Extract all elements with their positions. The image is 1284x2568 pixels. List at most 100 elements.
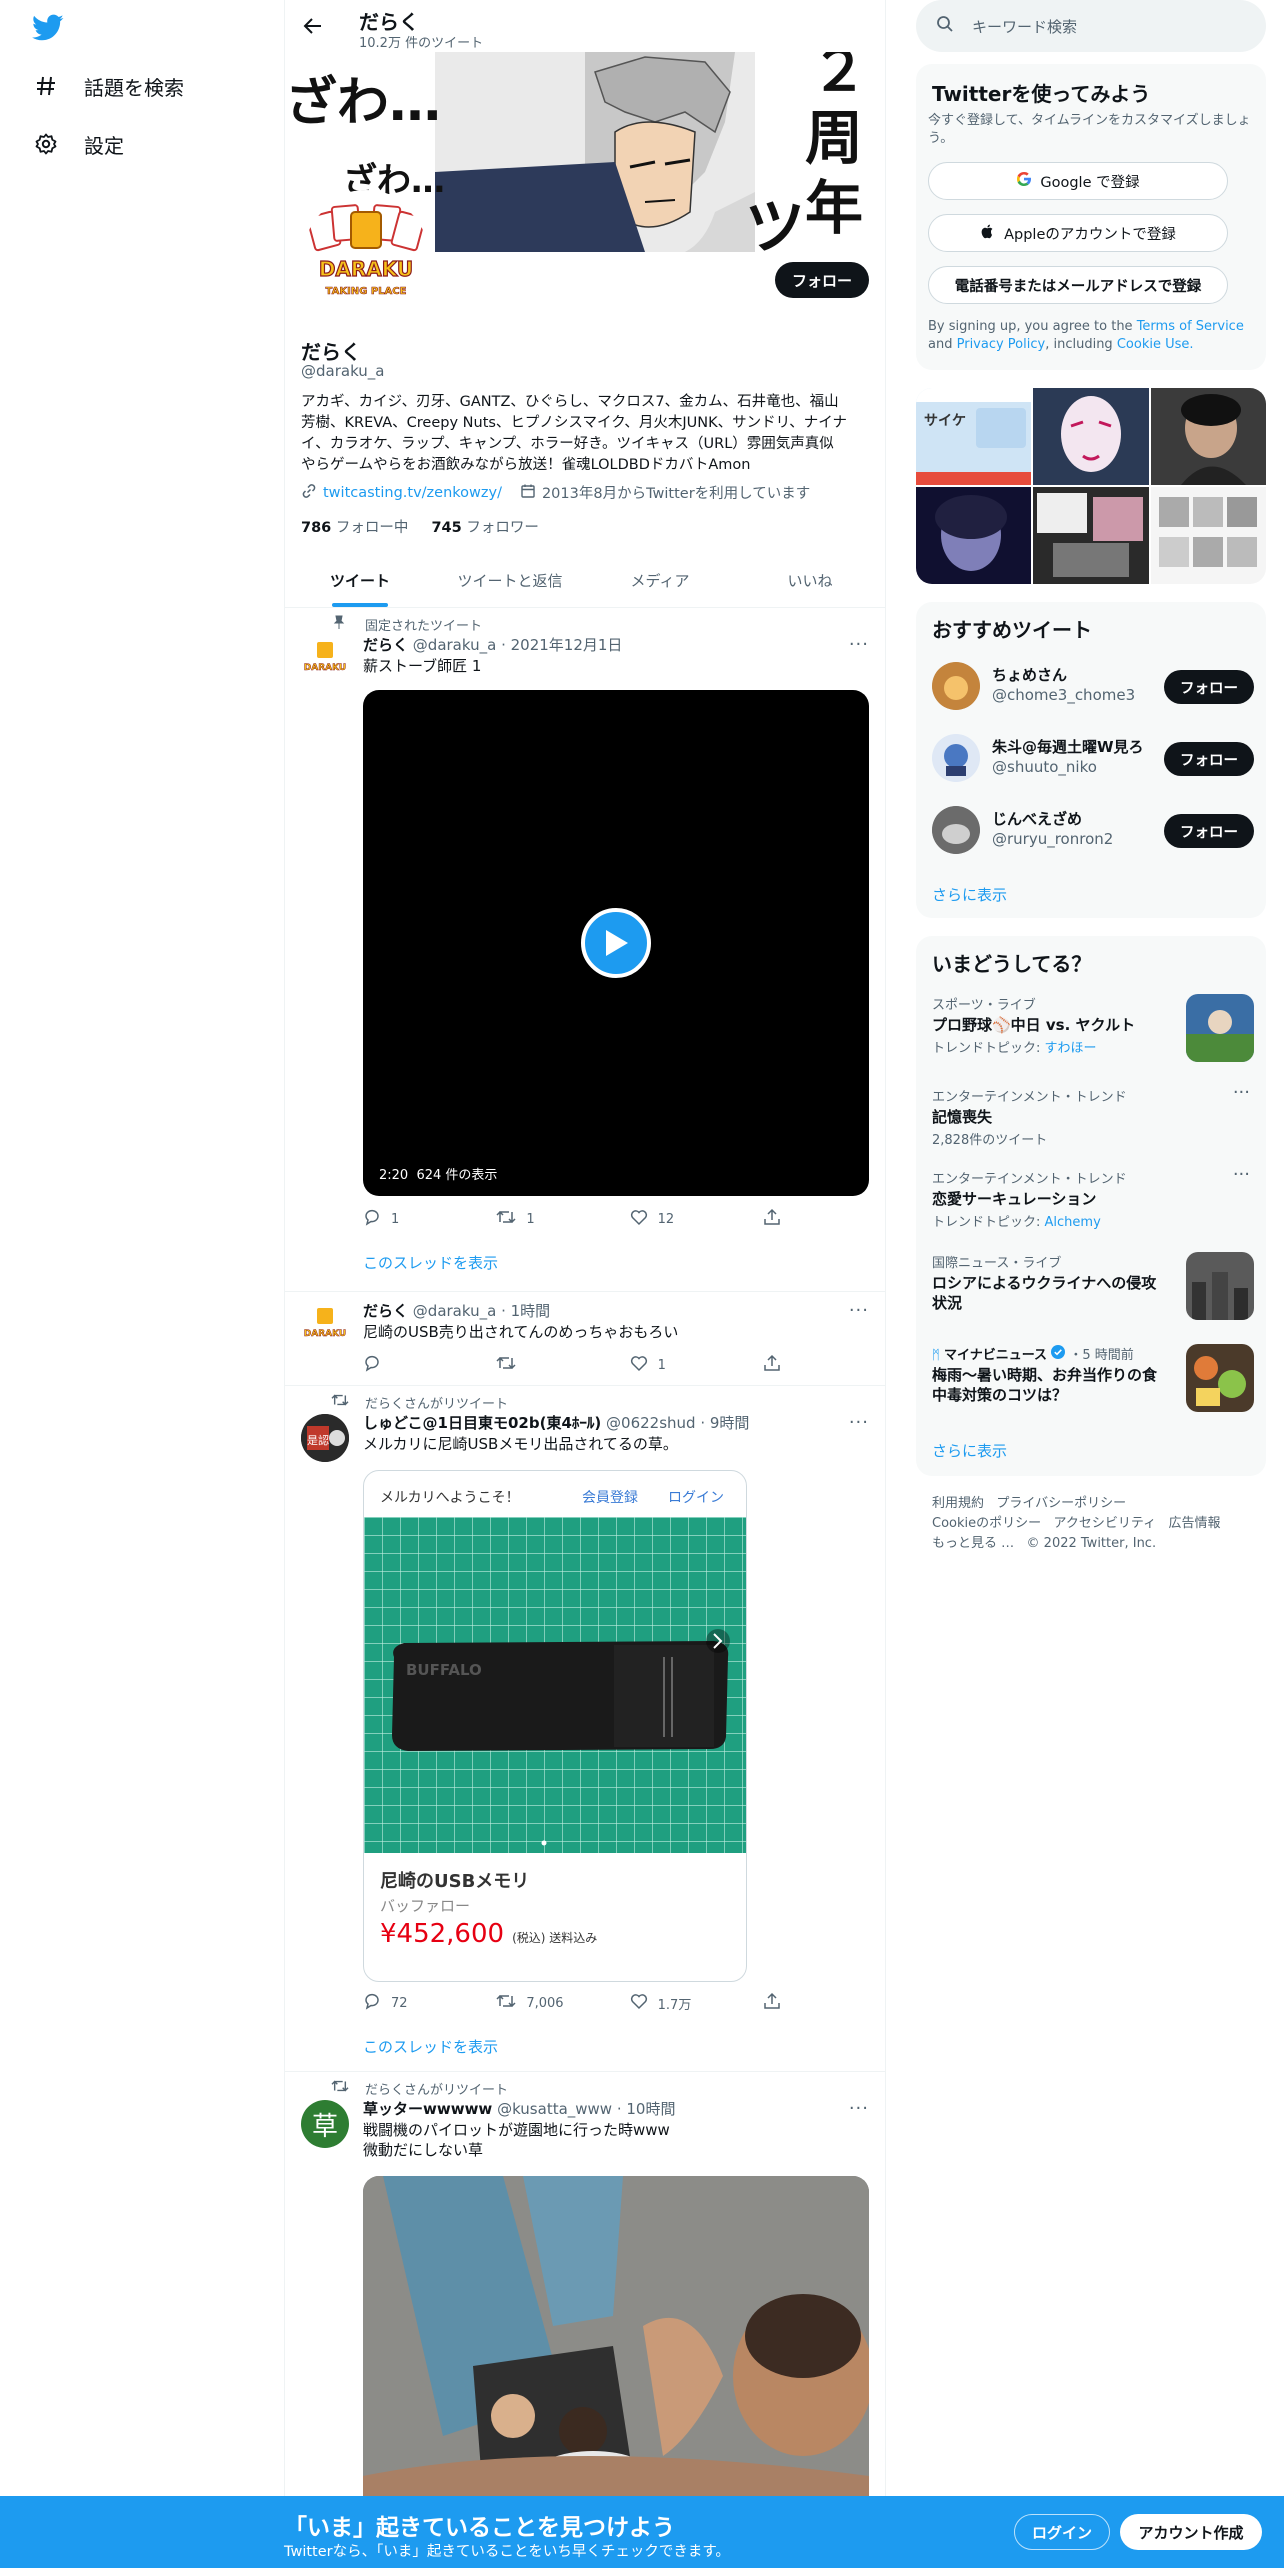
like-button[interactable]: 1: [630, 1354, 730, 1376]
tweet-video[interactable]: 2:20 624 件の表示: [363, 690, 869, 1196]
profile-link[interactable]: twitcasting.tv/zenkowzy/: [323, 485, 502, 501]
trend-image[interactable]: [1186, 1252, 1254, 1320]
media-thumb[interactable]: [916, 487, 1031, 584]
nav-settings[interactable]: 設定: [32, 124, 124, 164]
tweet-author-handle[interactable]: @daraku_a: [413, 1302, 497, 1320]
tweet-author-name[interactable]: だらく: [363, 636, 408, 654]
trend-image[interactable]: [1186, 994, 1254, 1062]
tweet-retweet[interactable]: だらくさんがリツイート 草 草ッターwwwww @kusatta_www · 1…: [285, 2072, 885, 2568]
media-thumb[interactable]: サイケ: [916, 388, 1031, 485]
media-thumb[interactable]: [1151, 388, 1266, 485]
profile-avatar[interactable]: DARAKU TAKING PLACE: [299, 190, 433, 324]
reply-button[interactable]: 72: [363, 1992, 463, 2014]
tab-tweets[interactable]: ツイート: [285, 554, 435, 607]
tweet-author-name[interactable]: 草ッターwwwww: [363, 2100, 492, 2118]
retweet-button[interactable]: 7,006: [496, 1992, 596, 2014]
login-button[interactable]: ログイン: [1014, 2514, 1110, 2550]
follow-button[interactable]: フォロー: [1164, 742, 1254, 776]
footer-link[interactable]: Cookieのポリシー: [932, 1516, 1041, 1531]
nav-explore[interactable]: 話題を検索: [32, 66, 184, 106]
more-options-icon[interactable]: ···: [849, 1300, 869, 1321]
privacy-link[interactable]: Privacy Policy: [957, 337, 1046, 352]
avatar[interactable]: [932, 734, 980, 782]
retweet-button[interactable]: [496, 1354, 596, 1376]
following-link[interactable]: 786 フォロー中: [301, 520, 408, 536]
trend-item[interactable]: エンターテインメント・トレンド 記憶喪失 2,828件のツイート ···: [932, 1082, 1254, 1150]
trend-item[interactable]: エンターテインメント・トレンド 恋愛サーキュレーション トレンドトピック: Al…: [932, 1164, 1254, 1232]
more-options-icon[interactable]: ···: [849, 634, 869, 655]
show-thread-link[interactable]: このスレッドを表示: [363, 1252, 498, 1273]
share-button[interactable]: [763, 1992, 793, 2014]
recommended-show-more[interactable]: さらに表示: [932, 884, 1007, 905]
media-thumb[interactable]: [1033, 388, 1149, 485]
reply-button[interactable]: [363, 1354, 463, 1376]
followers-link[interactable]: 745 フォロワー: [431, 520, 538, 536]
mercari-signup-link[interactable]: 会員登録: [582, 1487, 638, 1507]
footer-link[interactable]: プライバシーポリシー: [996, 1496, 1126, 1511]
share-button[interactable]: [763, 1208, 793, 1230]
follow-button[interactable]: フォロー: [1164, 670, 1254, 704]
mercari-login-link[interactable]: ログイン: [668, 1487, 724, 1507]
more-options-icon[interactable]: ···: [1233, 1082, 1250, 1103]
footer-link[interactable]: アクセシビリティ: [1054, 1516, 1157, 1531]
footer-more-link[interactable]: もっと見る …: [932, 1536, 1014, 1551]
tweet-pinned[interactable]: 固定されたツイート DARAKU だらく @daraku_a · 2021年12…: [285, 608, 885, 1292]
media-thumb[interactable]: [1033, 487, 1149, 584]
more-options-icon[interactable]: ···: [849, 1412, 869, 1433]
avatar[interactable]: [932, 806, 980, 854]
tweet-author-handle[interactable]: @kusatta_www: [497, 2100, 612, 2118]
retweet-button[interactable]: 1: [496, 1208, 596, 1230]
more-options-icon[interactable]: ···: [1233, 1164, 1250, 1185]
trends-show-more[interactable]: さらに表示: [932, 1440, 1007, 1461]
tweet[interactable]: DARAKU だらく @daraku_a · 1時間 ··· 尼崎のUSB売り出…: [285, 1292, 885, 1386]
usb-photo[interactable]: BUFFALO: [364, 1517, 746, 1853]
tweet-author-handle[interactable]: @0622shud: [606, 1414, 696, 1432]
like-button[interactable]: 12: [630, 1208, 730, 1230]
tab-likes[interactable]: いいね: [735, 554, 885, 607]
google-signup-button[interactable]: Google で登録: [928, 162, 1228, 200]
back-arrow-icon[interactable]: [301, 14, 325, 38]
tweet-time[interactable]: 9時間: [710, 1414, 750, 1432]
mercari-card[interactable]: メルカリへようこそ！ 会員登録 ログイン BUFFALO 尼崎のUSBメモリ バ…: [363, 1470, 747, 1982]
tweet-time[interactable]: 10時間: [626, 2100, 675, 2118]
show-thread-link[interactable]: このスレッドを表示: [363, 2036, 498, 2057]
trend-item[interactable]: ᛗ マイナビニュース ・5 時間前 梅雨～暑い時期、お弁当作りの食 中毒対策のコツ…: [932, 1344, 1254, 1416]
tab-tweets-and-replies[interactable]: ツイートと返信: [435, 554, 585, 607]
search-box[interactable]: キーワード検索: [916, 0, 1266, 52]
search-input[interactable]: キーワード検索: [972, 16, 1077, 37]
tweet-avatar[interactable]: DARAKU: [301, 1302, 349, 1350]
tweet-time[interactable]: 2021年12月1日: [511, 636, 623, 654]
reply-button[interactable]: 1: [363, 1208, 463, 1230]
signup-button[interactable]: アカウント作成: [1120, 2514, 1262, 2550]
twitter-logo-icon[interactable]: [32, 14, 64, 42]
tweet-time[interactable]: 1時間: [511, 1302, 551, 1320]
tweet-avatar[interactable]: DARAKU: [301, 636, 349, 684]
media-thumb[interactable]: [1151, 487, 1266, 584]
footer-link[interactable]: 利用規約: [932, 1496, 984, 1511]
tweet-avatar[interactable]: 草: [301, 2100, 349, 2148]
recommended-user[interactable]: じんべえざめ @ruryu_ronron2 フォロー: [932, 802, 1254, 858]
tab-media[interactable]: メディア: [585, 554, 735, 607]
follow-button[interactable]: フォロー: [775, 262, 869, 298]
follow-button[interactable]: フォロー: [1164, 814, 1254, 848]
tweet-author-name[interactable]: だらく: [363, 1302, 408, 1320]
like-button[interactable]: 1.7万: [630, 1992, 730, 2014]
tweet-author-name[interactable]: しゅどこ@1日目東モ02b(東4ﾎｰﾙ): [363, 1414, 601, 1432]
more-options-icon[interactable]: ···: [849, 2098, 869, 2119]
avatar[interactable]: [932, 662, 980, 710]
trend-item[interactable]: 国際ニュース・ライブ ロシアによるウクライナへの侵攻 状況: [932, 1252, 1254, 1324]
play-icon[interactable]: [581, 908, 651, 978]
trend-topic-link[interactable]: Alchemy: [1045, 1215, 1101, 1230]
tweet-retweet[interactable]: だらくさんがリツイート 是認 しゅどこ@1日目東モ02b(東4ﾎｰﾙ) @062…: [285, 1386, 885, 2072]
trend-image[interactable]: [1186, 1344, 1254, 1412]
trend-topic-link[interactable]: すわほー: [1045, 1041, 1097, 1056]
trend-item[interactable]: スポーツ・ライブ プロ野球⚾中日 vs. ヤクルト トレンドトピック: すわほー: [932, 994, 1254, 1066]
tweet-author-handle[interactable]: @daraku_a: [413, 636, 497, 654]
terms-link[interactable]: Terms of Service: [1137, 319, 1244, 334]
recommended-user[interactable]: ちょめさん @chome3_chome3 フォロー: [932, 658, 1254, 714]
cookie-link[interactable]: Cookie Use.: [1117, 337, 1194, 352]
tweet-avatar[interactable]: 是認: [301, 1414, 349, 1462]
footer-link[interactable]: 広告情報: [1169, 1516, 1221, 1531]
recommended-user[interactable]: 朱斗@毎週土曜W見ろ! @shuuto_niko フォロー: [932, 730, 1254, 786]
apple-signup-button[interactable]: Appleのアカウントで登録: [928, 214, 1228, 252]
